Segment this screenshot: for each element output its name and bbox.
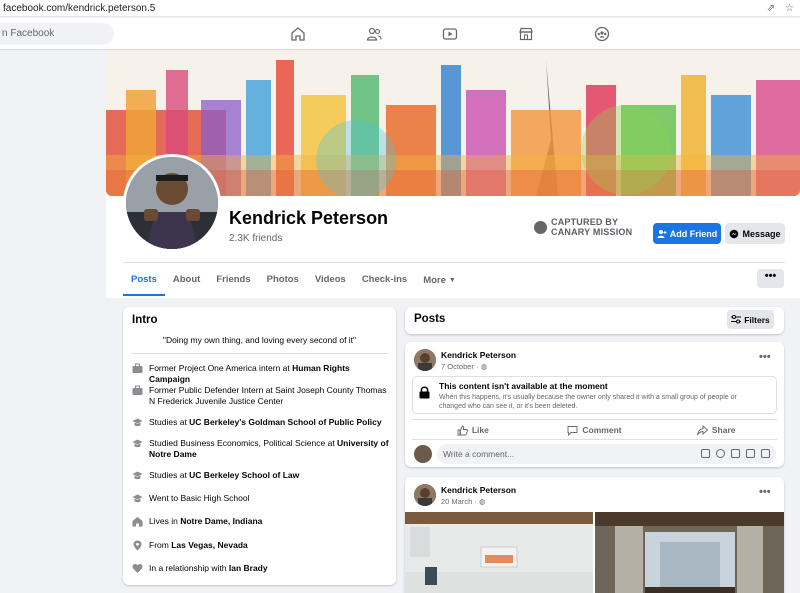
- watermark-logo-icon: [534, 220, 547, 234]
- comment-button[interactable]: Comment: [534, 421, 656, 439]
- globe-icon: ◍: [480, 362, 488, 371]
- add-person-icon: [657, 229, 667, 238]
- post-author-name[interactable]: Kendrick Peterson: [441, 350, 516, 360]
- intro-item-relationship: In a relationship with Ian Brady: [132, 563, 390, 574]
- post-date[interactable]: 7 October · ◍: [441, 362, 487, 371]
- profile-name: Kendrick Peterson: [229, 208, 389, 228]
- watermark-line2: CANARY MISSION: [551, 227, 633, 237]
- post-card: Kendrick Peterson 7 October · ◍ ••• This…: [405, 342, 784, 467]
- post-divider: [412, 439, 777, 440]
- top-navigation: n Facebook: [0, 18, 800, 50]
- content-unavailable-box: This content isn't available at the mome…: [412, 376, 777, 414]
- school-icon: [132, 471, 143, 480]
- tab-check-ins[interactable]: Check-ins: [354, 270, 415, 296]
- unavailable-title: This content isn't available at the mome…: [439, 381, 608, 391]
- post-divider: [412, 419, 777, 420]
- intro-title: Intro: [132, 314, 158, 326]
- post-author-avatar[interactable]: [414, 484, 436, 506]
- intro-item-work-1: Former Project One America intern at Hum…: [132, 363, 390, 385]
- unavailable-description: When this happens, it's usually because …: [439, 394, 737, 410]
- thumbs-up-icon: [457, 425, 468, 435]
- lock-icon: [419, 386, 430, 399]
- filters-label: Filters: [744, 314, 770, 325]
- caret-down-icon: ▼: [448, 277, 456, 284]
- tab-about[interactable]: About: [165, 270, 208, 296]
- globe-icon: ◍: [478, 497, 486, 506]
- filter-sliders-icon: [731, 315, 742, 324]
- location-icon: [133, 540, 142, 551]
- intro-item-school-1: Studies at UC Berkeley's Goldman School …: [132, 417, 390, 428]
- work-icon: [132, 363, 143, 373]
- home-icon[interactable]: [290, 26, 366, 44]
- post-photo[interactable]: [405, 512, 593, 593]
- tab-videos[interactable]: Videos: [307, 270, 354, 296]
- avatar-sticker-icon[interactable]: [761, 449, 770, 458]
- comment-input[interactable]: Write a comment...: [437, 444, 776, 464]
- post-actions: Like Comment Share: [412, 421, 777, 439]
- intro-item-from: From Las Vegas, Nevada: [132, 540, 390, 551]
- like-button[interactable]: Like: [412, 421, 534, 439]
- emoji-icon[interactable]: [716, 449, 725, 458]
- post-date[interactable]: 20 March · ◍: [441, 497, 485, 506]
- share-icon[interactable]: ⇗: [767, 3, 775, 14]
- browser-url-bar[interactable]: facebook.com/kendrick.peterson.5 ⇗ ☆: [0, 0, 800, 17]
- tab-more-label: More: [423, 275, 446, 286]
- posts-header-card: Posts Filters: [405, 307, 784, 334]
- star-icon[interactable]: ☆: [785, 3, 794, 14]
- groups-icon[interactable]: [594, 26, 670, 44]
- profile-avatar[interactable]: [123, 154, 221, 252]
- intro-bio: "Doing my own thing, and loving every se…: [162, 335, 357, 345]
- intro-card: Intro "Doing my own thing, and loving ev…: [123, 307, 396, 585]
- intro-divider: [131, 353, 388, 354]
- tab-posts[interactable]: Posts: [123, 270, 165, 296]
- tab-more[interactable]: More ▼: [415, 270, 464, 296]
- post-options-icon[interactable]: •••: [759, 351, 771, 363]
- message-label: Message: [742, 228, 781, 239]
- share-arrow-icon: [696, 424, 708, 435]
- url-text[interactable]: facebook.com/kendrick.peterson.5: [0, 3, 767, 14]
- intro-item-school-4: Went to Basic High School: [132, 493, 390, 504]
- post-photo[interactable]: [595, 512, 784, 593]
- school-icon: [132, 439, 143, 448]
- intro-item-work-2: Former Public Defender Intern at Saint J…: [132, 385, 390, 407]
- camera-icon[interactable]: [731, 449, 740, 458]
- filters-button[interactable]: Filters: [727, 310, 774, 329]
- share-button[interactable]: Share: [655, 421, 777, 439]
- profile-tabs: Posts About Friends Photos Videos Check-…: [123, 270, 464, 296]
- comment-icon: [567, 425, 578, 436]
- post-options-icon[interactable]: •••: [759, 486, 771, 498]
- add-friend-button[interactable]: Add Friend: [653, 223, 721, 244]
- sticker-icon[interactable]: [701, 449, 710, 458]
- profile-more-button[interactable]: •••: [757, 269, 784, 288]
- watermark-line1: CAPTURED BY: [551, 217, 619, 227]
- post-card: Kendrick Peterson 20 March · ◍ •••: [405, 477, 784, 593]
- post-author-avatar[interactable]: [414, 349, 436, 371]
- posts-title: Posts: [414, 313, 446, 325]
- marketplace-icon[interactable]: [518, 26, 594, 44]
- tab-photos[interactable]: Photos: [259, 270, 307, 296]
- post-author-name[interactable]: Kendrick Peterson: [441, 485, 516, 495]
- message-button[interactable]: Message: [725, 223, 785, 244]
- intro-item-lives: Lives in Notre Dame, Indiana: [132, 516, 390, 527]
- intro-item-school-3: Studies at UC Berkeley School of Law: [132, 470, 390, 481]
- watch-icon[interactable]: [442, 26, 518, 44]
- header-divider: [123, 262, 785, 263]
- friends-count[interactable]: 2.3K friends: [229, 233, 282, 244]
- friends-icon[interactable]: [366, 26, 442, 44]
- tab-friends[interactable]: Friends: [208, 270, 258, 296]
- heart-icon: [132, 564, 143, 573]
- gif-icon[interactable]: [746, 449, 755, 458]
- add-friend-label: Add Friend: [669, 228, 718, 239]
- work-icon: [132, 385, 143, 395]
- home-icon: [132, 517, 143, 527]
- school-icon: [132, 494, 143, 503]
- intro-item-school-2: Studied Business Economics, Political Sc…: [132, 438, 390, 460]
- captured-watermark: CAPTURED BY CANARY MISSION: [534, 217, 632, 237]
- search-input[interactable]: n Facebook: [0, 23, 114, 45]
- left-gutter: [0, 50, 106, 298]
- messenger-icon: [730, 229, 739, 238]
- school-icon: [132, 418, 143, 427]
- commenter-avatar[interactable]: [414, 445, 432, 463]
